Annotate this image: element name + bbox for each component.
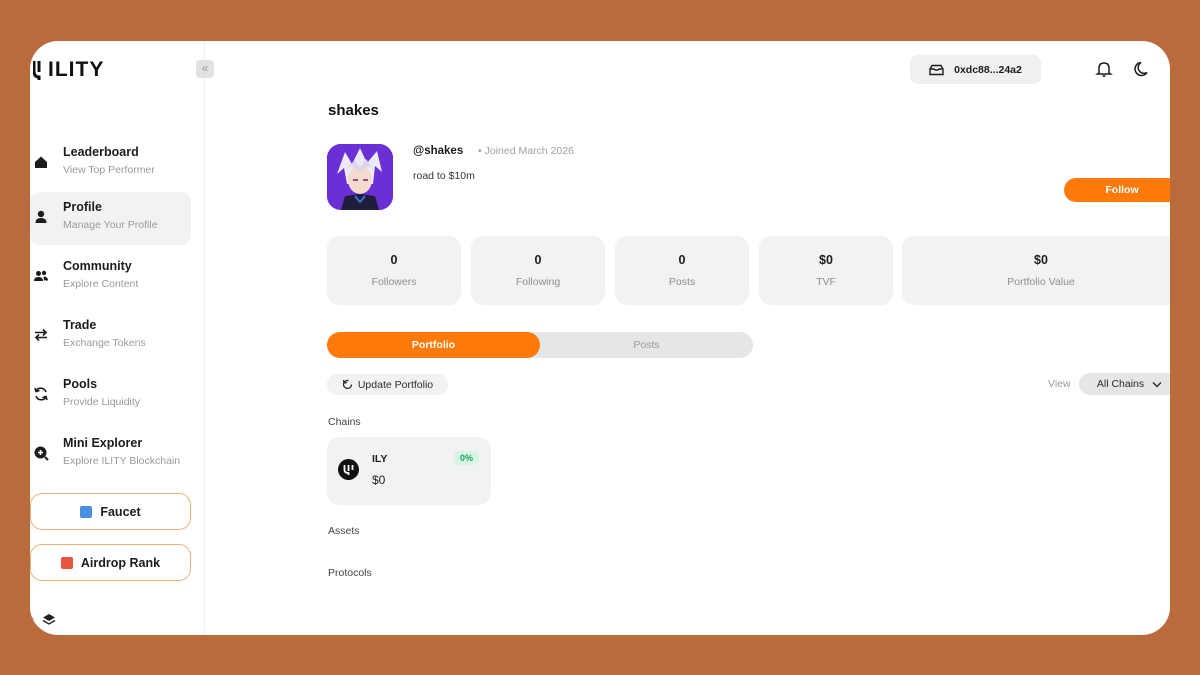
faucet-label: Faucet — [100, 504, 141, 519]
chain-value: $0 — [372, 473, 386, 487]
sidebar-item-subtitle: Exchange Tokens — [63, 337, 146, 349]
sidebar-item-mini-explorer[interactable]: Mini Explorer Explore ILITY Blockchain — [30, 428, 191, 481]
refresh-icon — [342, 379, 352, 390]
chain-filter-select[interactable]: All Chains — [1079, 373, 1170, 395]
faucet-icon — [80, 505, 93, 518]
users-icon — [34, 270, 48, 281]
chevron-down-icon — [1152, 381, 1162, 387]
collapse-sidebar-button[interactable]: « — [196, 60, 214, 78]
moon-icon[interactable] — [1134, 60, 1152, 78]
sidebar-item-trade[interactable]: Trade Exchange Tokens — [30, 310, 191, 363]
stat-value: $0 — [1034, 253, 1048, 267]
sidebar-item-profile[interactable]: Profile Manage Your Profile — [30, 192, 191, 245]
user-icon — [35, 210, 47, 223]
sidebar-item-leaderboard[interactable]: Leaderboard View Top Performer — [30, 137, 191, 190]
gift-icon — [60, 556, 73, 569]
sidebar-item-community[interactable]: Community Explore Content — [30, 251, 191, 304]
airdrop-label: Airdrop Rank — [80, 555, 161, 570]
sidebar-item-label: Mini Explorer — [63, 436, 143, 450]
tab-portfolio[interactable]: Portfolio — [327, 332, 540, 358]
wallet-address-button[interactable]: 0xdc88...24a2 — [910, 55, 1041, 84]
sidebar-item-pools[interactable]: Pools Provide Liquidity — [30, 369, 191, 422]
stat-value: 0 — [390, 253, 398, 267]
stat-tvf: $0 TVF — [759, 236, 893, 305]
profile-tabs: Portfolio Posts — [327, 332, 753, 358]
stat-label: Following — [515, 276, 561, 288]
assets-heading: Assets — [328, 525, 360, 537]
sidebar-item-label: Leaderboard — [63, 145, 139, 159]
app-window: ILITY « Leaderboard View Top Performer P… — [30, 41, 1170, 635]
faucet-button[interactable]: Faucet — [30, 493, 191, 530]
protocols-heading: Protocols — [328, 567, 372, 579]
sidebar-item-label: Pools — [63, 377, 98, 391]
logo[interactable]: ILITY — [33, 58, 104, 82]
chain-card[interactable]: ILY $0 0% — [327, 437, 491, 505]
avatar — [327, 144, 393, 210]
follow-button[interactable]: Follow — [1064, 178, 1170, 202]
wallet-address: 0xdc88...24a2 — [954, 63, 1022, 76]
tab-posts[interactable]: Posts — [540, 332, 753, 358]
chain-name: ILY — [372, 453, 388, 465]
stat-label: TVF — [816, 276, 836, 288]
swap-icon — [34, 328, 48, 342]
stat-value: 0 — [534, 253, 542, 267]
update-portfolio-label: Update Portfolio — [357, 378, 434, 391]
stat-portfolio-value: $0 Portfolio Value — [902, 236, 1170, 305]
sidebar: ILITY « Leaderboard View Top Performer P… — [30, 41, 214, 635]
stat-value: 0 — [678, 253, 686, 267]
wallet-icon — [929, 64, 944, 75]
sidebar-item-subtitle: Explore ILITY Blockchain — [63, 455, 181, 467]
sidebar-item-label: Trade — [63, 318, 97, 332]
page-title: shakes — [328, 102, 379, 119]
ily-chain-icon — [338, 459, 359, 480]
sidebar-item-label: Profile — [63, 200, 102, 214]
chains-heading: Chains — [328, 416, 361, 428]
stat-value: $0 — [819, 253, 833, 267]
sidebar-footer: ‹ — [30, 613, 56, 627]
back-glyph[interactable]: ‹ — [30, 613, 34, 627]
stat-label: Followers — [371, 276, 417, 288]
avatar-image — [327, 144, 393, 210]
airdrop-rank-button[interactable]: Airdrop Rank — [30, 544, 191, 581]
profile-bio: road to $10m — [413, 170, 475, 182]
home-icon — [35, 156, 47, 168]
sidebar-item-label: Community — [63, 259, 132, 273]
sidebar-item-subtitle: Explore Content — [63, 278, 139, 290]
joined-date: • Joined March 2026 — [478, 145, 574, 157]
stat-posts[interactable]: 0 Posts — [615, 236, 749, 305]
layers-icon[interactable] — [42, 613, 56, 627]
logo-text: ILITY — [48, 58, 105, 81]
update-portfolio-button[interactable]: Update Portfolio — [327, 374, 448, 395]
logo-mark-icon — [33, 61, 41, 80]
sidebar-item-subtitle: Provide Liquidity — [63, 396, 141, 408]
sidebar-item-subtitle: View Top Performer — [63, 164, 155, 176]
stat-following[interactable]: 0 Following — [471, 236, 605, 305]
stat-followers[interactable]: 0 Followers — [327, 236, 461, 305]
view-label: View — [1048, 378, 1071, 390]
chain-filter-value: All Chains — [1096, 378, 1145, 390]
chain-percent-badge: 0% — [454, 451, 479, 465]
search-icon — [34, 446, 49, 461]
bell-icon[interactable] — [1095, 60, 1113, 78]
profile-handle: @shakes — [413, 145, 464, 157]
stat-label: Posts — [668, 276, 696, 288]
stat-label: Portfolio Value — [1007, 276, 1075, 288]
refresh-icon — [34, 387, 48, 401]
sidebar-item-subtitle: Manage Your Profile — [63, 219, 158, 231]
